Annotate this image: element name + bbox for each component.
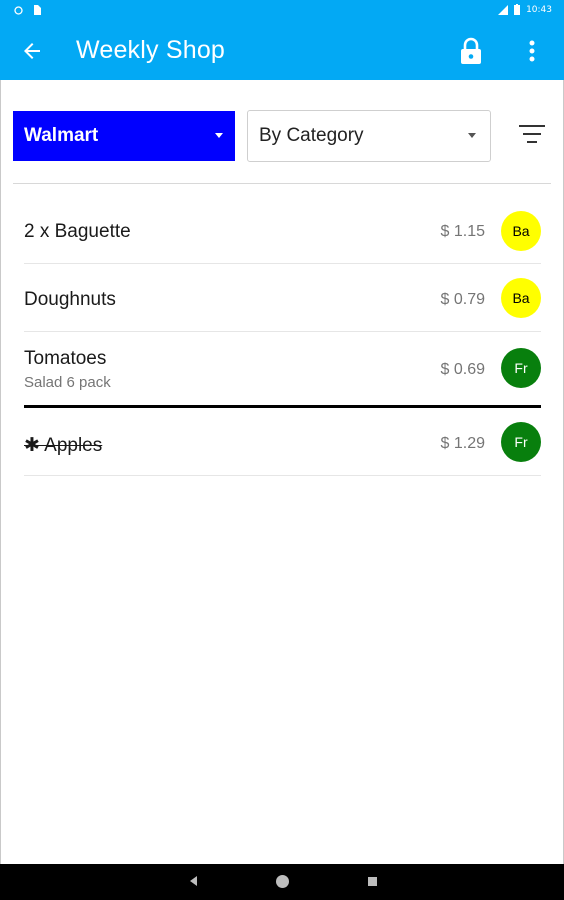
category-badge: Fr bbox=[501, 348, 541, 388]
divider bbox=[13, 183, 551, 184]
item-price: $ 0.79 bbox=[440, 291, 485, 308]
lock-icon bbox=[461, 37, 481, 64]
filter-line-mid bbox=[523, 133, 541, 135]
sort-dropdown-value: By Category bbox=[259, 125, 364, 146]
signal-icon bbox=[498, 4, 509, 15]
notification-icon bbox=[14, 5, 23, 15]
nav-recents-icon[interactable] bbox=[368, 877, 377, 886]
list-item-checked[interactable]: ✱ Apples $ 1.29 Fr bbox=[24, 408, 541, 476]
category-badge: Ba bbox=[501, 211, 541, 251]
status-time: 10:43 bbox=[526, 4, 552, 15]
sort-dropdown[interactable]: By Category bbox=[247, 110, 491, 162]
item-price: $ 0.69 bbox=[440, 361, 485, 378]
sim-icon bbox=[34, 5, 41, 15]
status-bar: 10:43 bbox=[0, 0, 564, 22]
category-badge: Fr bbox=[501, 422, 541, 462]
item-name: Tomatoes bbox=[24, 348, 107, 369]
item-divider bbox=[24, 475, 541, 476]
page-title: Weekly Shop bbox=[76, 36, 226, 64]
back-button[interactable] bbox=[16, 35, 48, 67]
lock-button[interactable] bbox=[455, 34, 487, 68]
filter-list-icon bbox=[519, 125, 545, 127]
item-note: Salad 6 pack bbox=[24, 374, 111, 391]
list-item[interactable]: Doughnuts $ 0.79 Ba bbox=[24, 264, 541, 332]
item-price: $ 1.29 bbox=[440, 435, 485, 452]
category-badge: Ba bbox=[501, 278, 541, 318]
more-vert-icon bbox=[529, 40, 535, 62]
filter-line-short bbox=[527, 141, 537, 143]
battery-icon bbox=[514, 4, 521, 15]
system-nav-bar bbox=[0, 864, 564, 900]
store-dropdown-value: Walmart bbox=[24, 125, 99, 146]
store-dropdown-caret-icon bbox=[215, 133, 223, 138]
nav-back-icon[interactable] bbox=[190, 876, 197, 886]
list-item[interactable]: Tomatoes Salad 6 pack $ 0.69 Fr bbox=[24, 332, 541, 402]
item-name: Doughnuts bbox=[24, 289, 116, 310]
store-dropdown[interactable]: Walmart bbox=[13, 111, 235, 161]
filter-button[interactable] bbox=[516, 120, 548, 148]
nav-home-icon[interactable] bbox=[276, 875, 289, 888]
item-price: $ 1.15 bbox=[440, 223, 485, 240]
item-name: ✱ Apples bbox=[24, 435, 103, 456]
list-item[interactable]: 2 x Baguette $ 1.15 Ba bbox=[24, 198, 541, 264]
item-name: 2 x Baguette bbox=[24, 221, 131, 242]
back-arrow-icon bbox=[24, 43, 40, 59]
more-options-button[interactable] bbox=[520, 34, 544, 68]
app-bar: Weekly Shop bbox=[0, 22, 564, 80]
sort-dropdown-caret-icon bbox=[468, 133, 476, 138]
